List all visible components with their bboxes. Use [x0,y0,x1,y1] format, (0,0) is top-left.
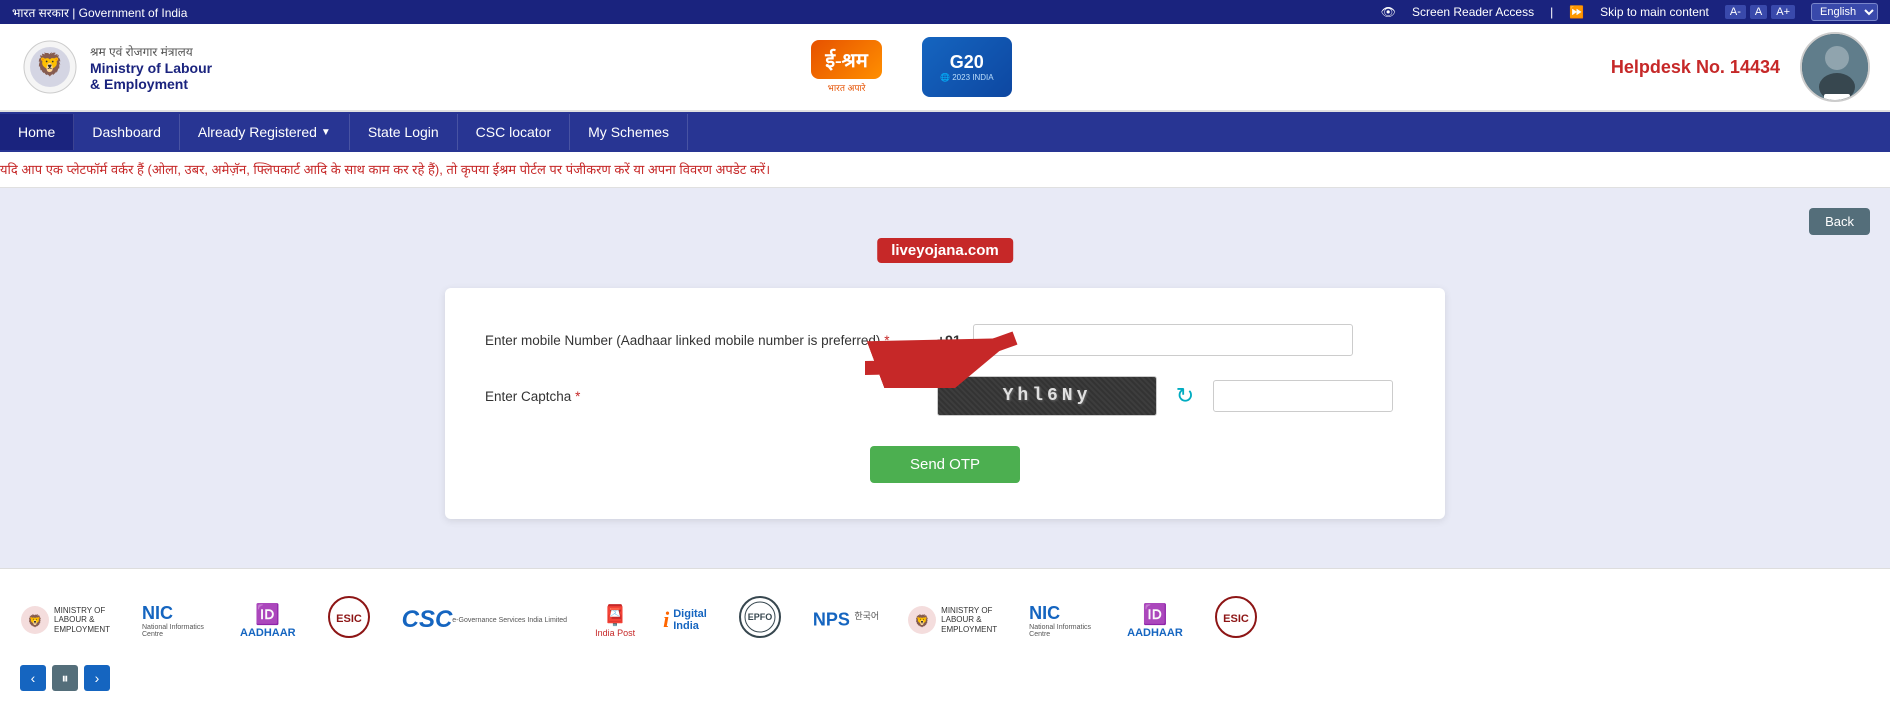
ministry-line2: & Employment [90,76,212,92]
captcha-row: Enter Captcha * Yhl6Ny ↻ [485,376,1405,416]
logo-mol-2: 🦁 MINISTRY OF LABOUR & EMPLOYMENT [907,605,1001,635]
top-bar-right: 👁 Screen Reader Access | ⏩ Skip to main … [1381,3,1878,21]
form-card: Enter mobile Number (Aadhaar linked mobi… [445,288,1445,519]
main-navigation: Home Dashboard Already Registered ▼ Stat… [0,112,1890,152]
ministry-logo: 🦁 श्रम एवं रोजगार मंत्रालय Ministry of L… [20,37,212,97]
nav-home[interactable]: Home [0,114,74,150]
logo-esic-1: ESIC [324,595,374,645]
footer: 🦁 MINISTRY OF LABOUR & EMPLOYMENT NIC Na… [0,568,1890,707]
captcha-refresh-button[interactable]: ↻ [1169,380,1201,412]
nav-my-schemes-label: My Schemes [588,124,669,140]
captcha-required-star: * [575,389,580,404]
carousel-next-button[interactable]: › [84,665,110,691]
header-right: Helpdesk No. 14434 [1611,32,1870,102]
ministry-title: श्रम एवं रोजगार मंत्रालय Ministry of Lab… [90,43,212,92]
header-center-logos: ई-श्रम भारत अपारे G20 🌐 2023 INDIA [212,37,1611,97]
top-bar: भारत सरकार | Government of India 👁 Scree… [0,0,1890,24]
logo-strip: 🦁 MINISTRY OF LABOUR & EMPLOYMENT NIC Na… [20,585,1870,655]
send-otp-button[interactable]: Send OTP [870,446,1020,483]
nav-dashboard[interactable]: Dashboard [74,114,180,150]
logo-mol-1: 🦁 MINISTRY OF LABOUR & EMPLOYMENT [20,605,114,635]
language-select[interactable]: English हिन्दी [1811,3,1878,21]
screen-reader-icon: 👁 [1381,5,1396,19]
logo-nic-1: NIC National Informatics Centre [142,603,212,638]
svg-text:🦁: 🦁 [915,614,930,628]
pm-photo [1800,32,1870,102]
captcha-input[interactable] [1213,380,1393,412]
eshram-sublabel: भारत अपारे [811,81,882,94]
nav-state-login-label: State Login [368,124,439,140]
mobile-number-row: Enter mobile Number (Aadhaar linked mobi… [485,324,1405,356]
svg-text:ESIC: ESIC [336,613,362,625]
nav-csc-locator[interactable]: CSC locator [458,114,570,150]
ministry-line1: Ministry of Labour [90,60,212,76]
g20-logo: G20 🌐 2023 INDIA [922,37,1012,97]
font-increase-button[interactable]: A+ [1771,5,1795,19]
mobile-label: Enter mobile Number (Aadhaar linked mobi… [485,333,925,348]
send-otp-row: Send OTP [485,436,1405,483]
marquee-bar: यदि आप एक प्लेटफॉर्म वर्कर हैं (ओला, उबर… [0,152,1890,188]
skip-separator: | [1550,5,1553,19]
back-button[interactable]: Back [1809,208,1870,235]
india-emblem-icon: 🦁 [20,37,80,97]
carousel-controls: ‹ ⏸ › [20,665,1870,691]
carousel-pause-button[interactable]: ⏸ [52,665,78,691]
nav-dashboard-label: Dashboard [92,124,161,140]
main-content: Back liveyojana.com Enter mobile Number … [0,188,1890,568]
header: 🦁 श्रम एवं रोजगार मंत्रालय Ministry of L… [0,24,1890,112]
skip-icon: ⏩ [1569,5,1584,19]
watermark-badge: liveyojana.com [877,238,1013,263]
svg-text:EPFO: EPFO [748,612,773,622]
font-decrease-button[interactable]: A- [1725,5,1746,19]
svg-text:🦁: 🦁 [28,614,43,628]
captcha-image: Yhl6Ny [937,376,1157,416]
captcha-label-text: Enter Captcha [485,389,571,404]
logo-nic-2: NIC National Informatics Centre [1029,603,1099,638]
mobile-number-input[interactable] [973,324,1353,356]
captcha-text-display: Yhl6Ny [1003,386,1092,406]
logo-nps-1: NPS 한국어 [813,609,879,630]
nav-csc-locator-label: CSC locator [476,124,551,140]
gov-label: भारत सरकार | Government of India [12,4,187,21]
skip-main-content-link[interactable]: Skip to main content [1600,5,1709,19]
logo-esic-2: ESIC [1211,595,1261,645]
nav-my-schemes[interactable]: My Schemes [570,114,688,150]
dropdown-icon: ▼ [321,127,331,138]
logo-digital-india-1: i Digital India [663,607,707,633]
eshram-label: ई-श्रम [825,50,868,72]
gov-of-india-text: भारत सरकार | Government of India [12,4,187,21]
carousel-prev-button[interactable]: ‹ [20,665,46,691]
mobile-required-star: * [884,333,889,348]
refresh-icon: ↻ [1176,383,1194,409]
marquee-text: यदि आप एक प्लेटफॉर्म वर्कर हैं (ओला, उबर… [0,160,770,178]
nav-home-label: Home [18,124,55,140]
svg-text:🦁: 🦁 [36,52,63,77]
helpdesk-number: Helpdesk No. 14434 [1611,57,1780,78]
svg-text:ESIC: ESIC [1223,613,1249,625]
logo-aadhaar-2: 🆔 AADHAAR [1127,602,1183,639]
logo-csc-1: CSC e-Governance Services India Limited [402,606,567,634]
captcha-label: Enter Captcha * [485,389,925,404]
ministry-hindi: श्रम एवं रोजगार मंत्रालय [90,43,212,60]
phone-prefix: +91 [937,332,961,348]
nav-already-registered-label: Already Registered [198,124,317,140]
logo-india-post-1: 📮 India Post [595,603,635,638]
screen-reader-link[interactable]: Screen Reader Access [1412,5,1534,19]
font-normal-button[interactable]: A [1750,5,1767,19]
font-size-controls: A- A A+ [1725,5,1795,19]
mobile-label-text: Enter mobile Number (Aadhaar linked mobi… [485,333,880,348]
logo-aadhaar-1: 🆔 AADHAAR [240,602,296,639]
nav-already-registered[interactable]: Already Registered ▼ [180,114,350,150]
eshram-logo-block: ई-श्रम भारत अपारे [811,40,882,94]
logo-epfo-1: EPFO [735,595,785,645]
nav-state-login[interactable]: State Login [350,114,458,150]
